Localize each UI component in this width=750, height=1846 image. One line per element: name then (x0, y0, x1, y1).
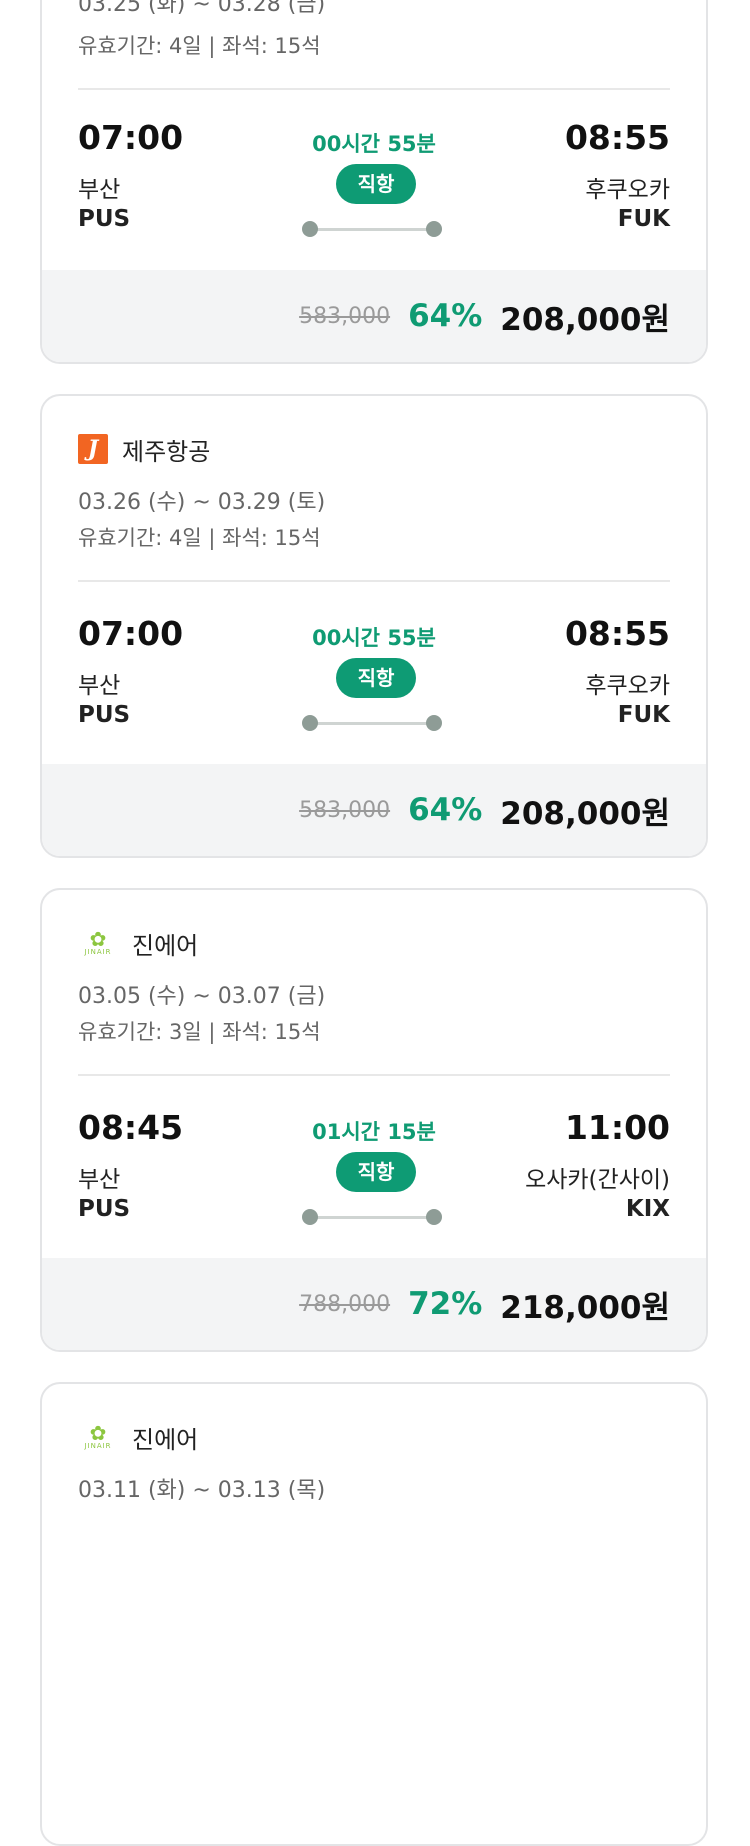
route-line (302, 1209, 442, 1225)
departure-code: PUS (78, 1196, 131, 1222)
airline-row: ✿ JINAIR 진에어 (78, 1420, 198, 1454)
discount-rate: 64% (408, 792, 483, 828)
arrival-city: 후쿠오카 (585, 673, 670, 699)
divider (78, 88, 670, 90)
price-bar: 583,000 64% 208,000원 (42, 764, 706, 856)
jin-air-logo-icon: ✿ JINAIR (84, 1421, 112, 1450)
departure-city: 부산 (78, 177, 121, 203)
arrival-code: FUK (617, 702, 670, 728)
airline-name: 진에어 (132, 1425, 199, 1454)
travel-dates: 03.25 (화) ~ 03.28 (금) (78, 0, 326, 17)
direct-flight-badge: 직항 (336, 164, 416, 204)
airline-row: J 제주항공 (78, 432, 210, 466)
arrival-time: 11:00 (564, 1108, 670, 1147)
discount-rate: 72% (408, 1286, 483, 1322)
travel-dates: 03.11 (화) ~ 03.13 (목) (78, 1478, 326, 1503)
departure-city: 부산 (78, 1167, 121, 1193)
final-price: 208,000원 (500, 795, 670, 832)
arrival-city: 후쿠오카 (585, 177, 670, 203)
final-price: 218,000원 (500, 1289, 670, 1326)
validity-seats: 유효기간: 4일 | 좌석: 15석 (78, 526, 321, 550)
airline-name: 제주항공 (122, 437, 211, 466)
divider (78, 1074, 670, 1076)
arrival-code: KIX (625, 1196, 670, 1222)
travel-dates: 03.05 (수) ~ 03.07 (금) (78, 984, 326, 1009)
original-price: 583,000 (299, 303, 391, 329)
airline-row: ✿ JINAIR 진에어 (78, 926, 198, 960)
direct-flight-badge: 직항 (336, 658, 416, 698)
route-line (302, 221, 442, 237)
divider (78, 580, 670, 582)
jeju-air-logo-icon: J (78, 434, 108, 464)
travel-dates: 03.26 (수) ~ 03.29 (토) (78, 490, 326, 515)
jin-air-logo-icon: ✿ JINAIR (84, 927, 112, 956)
route-line (302, 715, 442, 731)
departure-city: 부산 (78, 673, 121, 699)
final-price: 208,000원 (500, 301, 670, 338)
validity-seats: 유효기간: 4일 | 좌석: 15석 (78, 34, 321, 58)
departure-code: PUS (78, 206, 131, 232)
price-bar: 583,000 64% 208,000원 (42, 270, 706, 362)
original-price: 583,000 (299, 797, 391, 823)
arrival-time: 08:55 (564, 118, 670, 157)
arrival-city: 오사카(간사이) (525, 1167, 670, 1193)
flight-card[interactable]: ✿ JINAIR 진에어 03.11 (화) ~ 03.13 (목) (40, 1382, 708, 1846)
airline-name: 진에어 (132, 931, 199, 960)
price-bar: 788,000 72% 218,000원 (42, 1258, 706, 1350)
departure-code: PUS (78, 702, 131, 728)
flight-card[interactable]: 03.25 (화) ~ 03.28 (금) 유효기간: 4일 | 좌석: 15석… (40, 0, 708, 364)
arrival-time: 08:55 (564, 614, 670, 653)
direct-flight-badge: 직항 (336, 1152, 416, 1192)
arrival-code: FUK (617, 206, 670, 232)
discount-rate: 64% (408, 298, 483, 334)
flight-card[interactable]: J 제주항공 03.26 (수) ~ 03.29 (토) 유효기간: 4일 | … (40, 394, 708, 858)
original-price: 788,000 (299, 1291, 391, 1317)
flight-card[interactable]: ✿ JINAIR 진에어 03.05 (수) ~ 03.07 (금) 유효기간:… (40, 888, 708, 1352)
validity-seats: 유효기간: 3일 | 좌석: 15석 (78, 1020, 321, 1044)
